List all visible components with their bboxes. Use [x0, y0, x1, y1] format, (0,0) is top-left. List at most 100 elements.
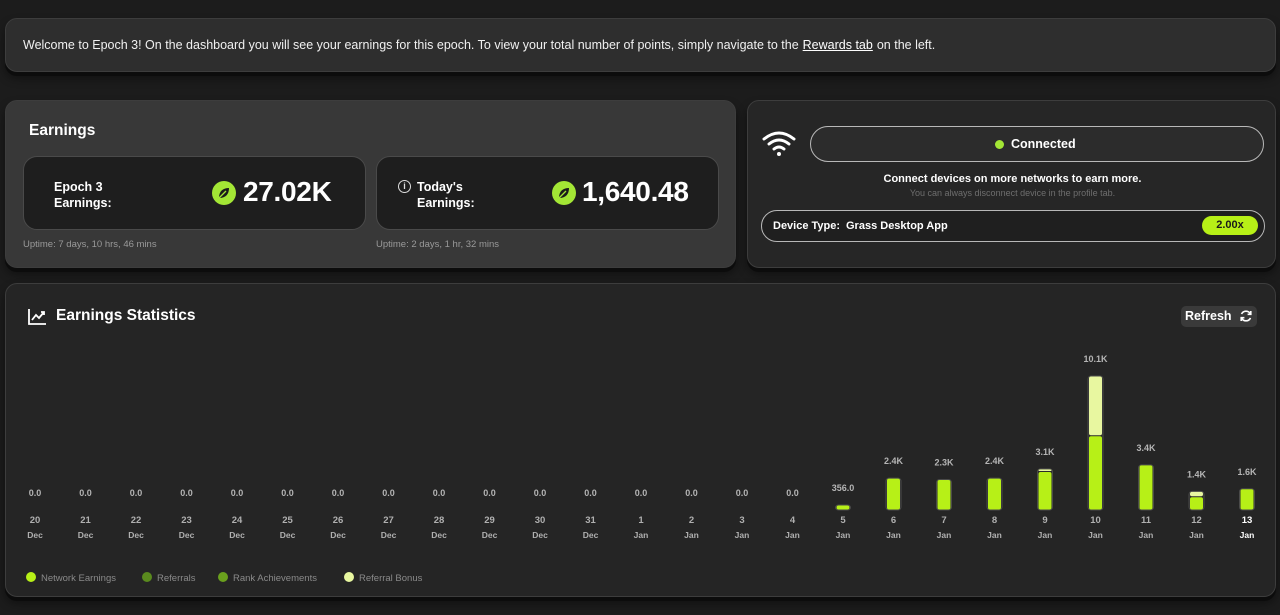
- epoch-uptime: Uptime: 7 days, 10 hrs, 46 mins: [23, 239, 157, 250]
- bar-value-label: 10.1K: [1083, 354, 1108, 364]
- bar-segment: [1038, 472, 1052, 510]
- x-tick-month: Dec: [532, 530, 548, 540]
- legend-label: Network Earnings: [41, 573, 116, 584]
- x-tick-day: 24: [232, 515, 243, 526]
- x-tick-day: 4: [790, 515, 796, 526]
- x-tick-day: 6: [891, 515, 896, 526]
- today-earnings-value: 1,640.48: [582, 176, 689, 207]
- bar-value-label: 1.6K: [1237, 467, 1257, 477]
- bar-value-label: 1.4K: [1187, 469, 1207, 479]
- x-tick-day: 22: [131, 515, 142, 526]
- x-tick-month: Dec: [128, 530, 144, 540]
- wifi-icon: [762, 131, 796, 156]
- bar-segment: [1089, 376, 1102, 436]
- bar-segment: [887, 478, 900, 510]
- legend-swatch: [142, 572, 152, 582]
- x-tick-day: 11: [1141, 515, 1152, 526]
- x-tick-month: Jan: [937, 530, 952, 540]
- x-tick-month: Jan: [1038, 530, 1053, 540]
- x-tick-day: 25: [282, 515, 293, 526]
- x-tick-month: Dec: [280, 530, 296, 540]
- x-tick-month: Jan: [836, 530, 851, 540]
- welcome-text-before: Welcome to Epoch 3! On the dashboard you…: [23, 38, 799, 52]
- x-tick-day: 27: [383, 515, 394, 526]
- x-tick-month: Dec: [179, 530, 195, 540]
- rewards-tab-link[interactable]: Rewards tab: [803, 38, 873, 52]
- bar-value-label: 0.0: [736, 488, 749, 498]
- bar-value-label: 2.3K: [934, 457, 954, 467]
- bar-value-label: 2.4K: [985, 456, 1005, 466]
- x-tick-day: 5: [840, 515, 846, 526]
- bar-value-label: 0.0: [786, 488, 799, 498]
- bar-value-label: 0.0: [332, 488, 345, 498]
- x-tick-month: Jan: [1240, 530, 1255, 540]
- bar-value-label: 3.1K: [1035, 447, 1055, 457]
- bar-value-label: 0.0: [180, 488, 193, 498]
- device-type-pill: Device Type: Grass Desktop App 2.00x: [761, 210, 1265, 242]
- x-tick-month: Dec: [482, 530, 498, 540]
- bar-segment: [1139, 465, 1153, 510]
- epoch-earnings-label: Epoch 3 Earnings:: [54, 180, 112, 210]
- x-tick-day: 23: [181, 515, 192, 526]
- x-tick-day: 21: [80, 515, 91, 526]
- x-tick-month: Jan: [634, 530, 649, 540]
- epoch-earnings-box: Epoch 3 Earnings: 27.02K: [23, 156, 366, 230]
- device-type-value: Grass Desktop App: [846, 220, 948, 232]
- bar-value-label: 2.4K: [884, 456, 904, 466]
- legend-referrals[interactable]: Referrals: [142, 572, 196, 584]
- bar-value-label: 0.0: [685, 488, 698, 498]
- info-icon[interactable]: i: [398, 180, 411, 193]
- welcome-banner: Welcome to Epoch 3! On the dashboard you…: [5, 18, 1276, 72]
- legend-rank-achievements[interactable]: Rank Achievements: [218, 572, 317, 584]
- x-tick-day: 3: [739, 515, 744, 526]
- bar-value-label: 0.0: [281, 488, 294, 498]
- x-tick-month: Jan: [1088, 530, 1103, 540]
- x-tick-day: 20: [30, 515, 41, 526]
- bar-value-label: 356.0: [832, 483, 855, 493]
- x-tick-day: 13: [1242, 515, 1253, 526]
- legend-swatch: [344, 572, 354, 582]
- connect-more-message: Connect devices on more networks to earn…: [883, 173, 1142, 185]
- x-tick-day: 9: [1042, 515, 1047, 526]
- legend-label: Referral Bonus: [359, 573, 423, 584]
- earnings-card: Earnings Epoch 3 Earnings: 27.02K Uptime…: [5, 100, 736, 268]
- x-tick-month: Jan: [1189, 530, 1204, 540]
- x-tick-day: 2: [689, 515, 694, 526]
- x-tick-day: 1: [638, 515, 644, 526]
- connection-status-label: Connected: [1011, 137, 1076, 151]
- legend-label: Rank Achievements: [233, 573, 317, 584]
- bar-segment: [1038, 469, 1052, 472]
- disconnect-hint: You can always disconnect device in the …: [909, 188, 1116, 198]
- bar-segment: [937, 479, 951, 510]
- legend-swatch: [218, 572, 228, 582]
- x-tick-day: 7: [941, 515, 946, 526]
- x-tick-day: 28: [434, 515, 445, 526]
- bar-segment: [1240, 489, 1254, 510]
- x-tick-month: Jan: [684, 530, 699, 540]
- x-tick-day: 30: [535, 515, 546, 526]
- x-tick-month: Dec: [431, 530, 447, 540]
- bar-value-label: 0.0: [534, 488, 547, 498]
- legend-network-earnings[interactable]: Network Earnings: [26, 572, 116, 584]
- bar-value-label: 0.0: [382, 488, 395, 498]
- bar-segment: [1190, 497, 1203, 510]
- earnings-statistics-card: Earnings Statistics Refresh 0.0 20 Dec 0.0 2…: [5, 283, 1276, 597]
- connection-card: Connected Connect devices on more networ…: [747, 100, 1276, 268]
- leaf-icon: [212, 181, 236, 205]
- bar-segment: [988, 478, 1001, 510]
- multiplier-badge: 2.00x: [1202, 216, 1258, 235]
- bar-value-label: 0.0: [433, 488, 446, 498]
- bar-value-label: 0.0: [584, 488, 597, 498]
- legend-referral-bonus[interactable]: Referral Bonus: [344, 572, 422, 584]
- x-tick-day: 10: [1090, 515, 1101, 526]
- bar-value-label: 0.0: [130, 488, 143, 498]
- bar-segment: [836, 505, 850, 510]
- today-earnings-box: i Today's Earnings: 1,640.48: [376, 156, 719, 230]
- legend-swatch: [26, 572, 36, 582]
- leaf-icon: [552, 181, 576, 205]
- bar-value-label: 0.0: [635, 488, 648, 498]
- bar-value-label: 0.0: [483, 488, 496, 498]
- connection-status-pill[interactable]: Connected: [810, 126, 1264, 162]
- welcome-text: Welcome to Epoch 3! On the dashboard you…: [23, 38, 935, 52]
- x-tick-month: Jan: [735, 530, 750, 540]
